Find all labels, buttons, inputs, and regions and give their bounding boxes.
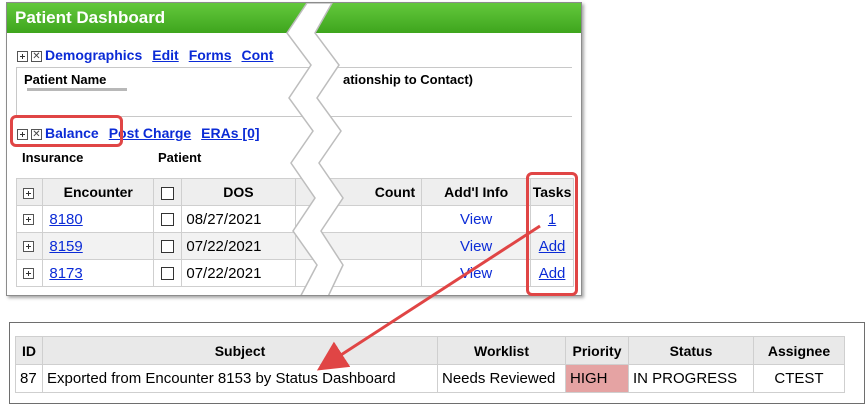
addl-info-header: Add'l Info	[421, 178, 532, 206]
encounter-link[interactable]: 8159	[49, 238, 82, 255]
task-worklist-cell: Needs Reviewed	[437, 364, 566, 393]
cropped-address-text	[27, 88, 277, 91]
expand-all-cell[interactable]	[15, 178, 44, 206]
select-all-checkbox[interactable]	[161, 186, 175, 200]
priority-header: Priority	[565, 336, 629, 365]
expand-row-cell[interactable]	[15, 205, 44, 233]
encounter-header: Encounter	[42, 178, 155, 206]
demographics-nav: Demographics Edit Forms Cont	[17, 47, 273, 63]
task-id-cell: 87	[15, 364, 43, 393]
expand-row-icon[interactable]	[22, 241, 34, 253]
collapse-icon[interactable]	[31, 50, 42, 62]
view-link[interactable]: View	[460, 265, 492, 282]
worklist-header: Worklist	[437, 336, 566, 365]
expand-row-icon[interactable]	[22, 214, 34, 226]
id-header: ID	[15, 336, 43, 365]
select-all-cell[interactable]	[153, 178, 183, 206]
expand-icon[interactable]	[17, 50, 28, 62]
demographics-link[interactable]: Demographics	[45, 47, 142, 63]
status-header: Status	[628, 336, 754, 365]
table-row[interactable]: 87 Exported from Encounter 8153 by Statu…	[15, 364, 845, 393]
task-table: ID Subject Worklist Priority Status Assi…	[15, 336, 845, 393]
subject-header: Subject	[42, 336, 438, 365]
view-link[interactable]: View	[460, 211, 492, 228]
task-list-panel: ID Subject Worklist Priority Status Assi…	[9, 322, 865, 404]
assignee-header: Assignee	[753, 336, 845, 365]
expand-all-icon[interactable]	[22, 187, 34, 199]
relationship-label: ationship to Contact)	[343, 72, 473, 87]
forms-link[interactable]: Forms	[189, 47, 232, 63]
patient-dashboard-panel: Patient Dashboard DemographicsEditFormsC…	[6, 2, 582, 296]
view-link[interactable]: View	[460, 238, 492, 255]
tasks-highlight	[526, 172, 578, 296]
task-assignee-cell: CTEST	[753, 364, 845, 393]
edit-link[interactable]: Edit	[152, 47, 178, 63]
expand-row-cell[interactable]	[15, 259, 44, 287]
patient-label: Patient	[158, 150, 202, 165]
encounter-link[interactable]: 8180	[49, 211, 82, 228]
balance-highlight	[10, 115, 123, 147]
row-checkbox[interactable]	[161, 240, 175, 254]
task-header-row: ID Subject Worklist Priority Status Assi…	[15, 336, 845, 365]
insurance-label: Insurance	[22, 150, 84, 165]
task-status-cell: IN PROGRESS	[628, 364, 754, 393]
task-subject-cell: Exported from Encounter 8153 by Status D…	[42, 364, 438, 393]
eras-link[interactable]: ERAs [0]	[201, 125, 259, 141]
patient-name-label: Patient Name	[24, 72, 107, 87]
expand-row-icon[interactable]	[22, 268, 34, 280]
row-checkbox[interactable]	[161, 267, 175, 281]
encounter-link[interactable]: 8173	[49, 265, 82, 282]
row-checkbox[interactable]	[161, 213, 175, 227]
contacts-link[interactable]: Cont	[242, 47, 274, 63]
torn-edge-decoration	[286, 3, 344, 295]
task-priority-cell: HIGH	[565, 364, 629, 393]
expand-row-cell[interactable]	[15, 232, 44, 260]
